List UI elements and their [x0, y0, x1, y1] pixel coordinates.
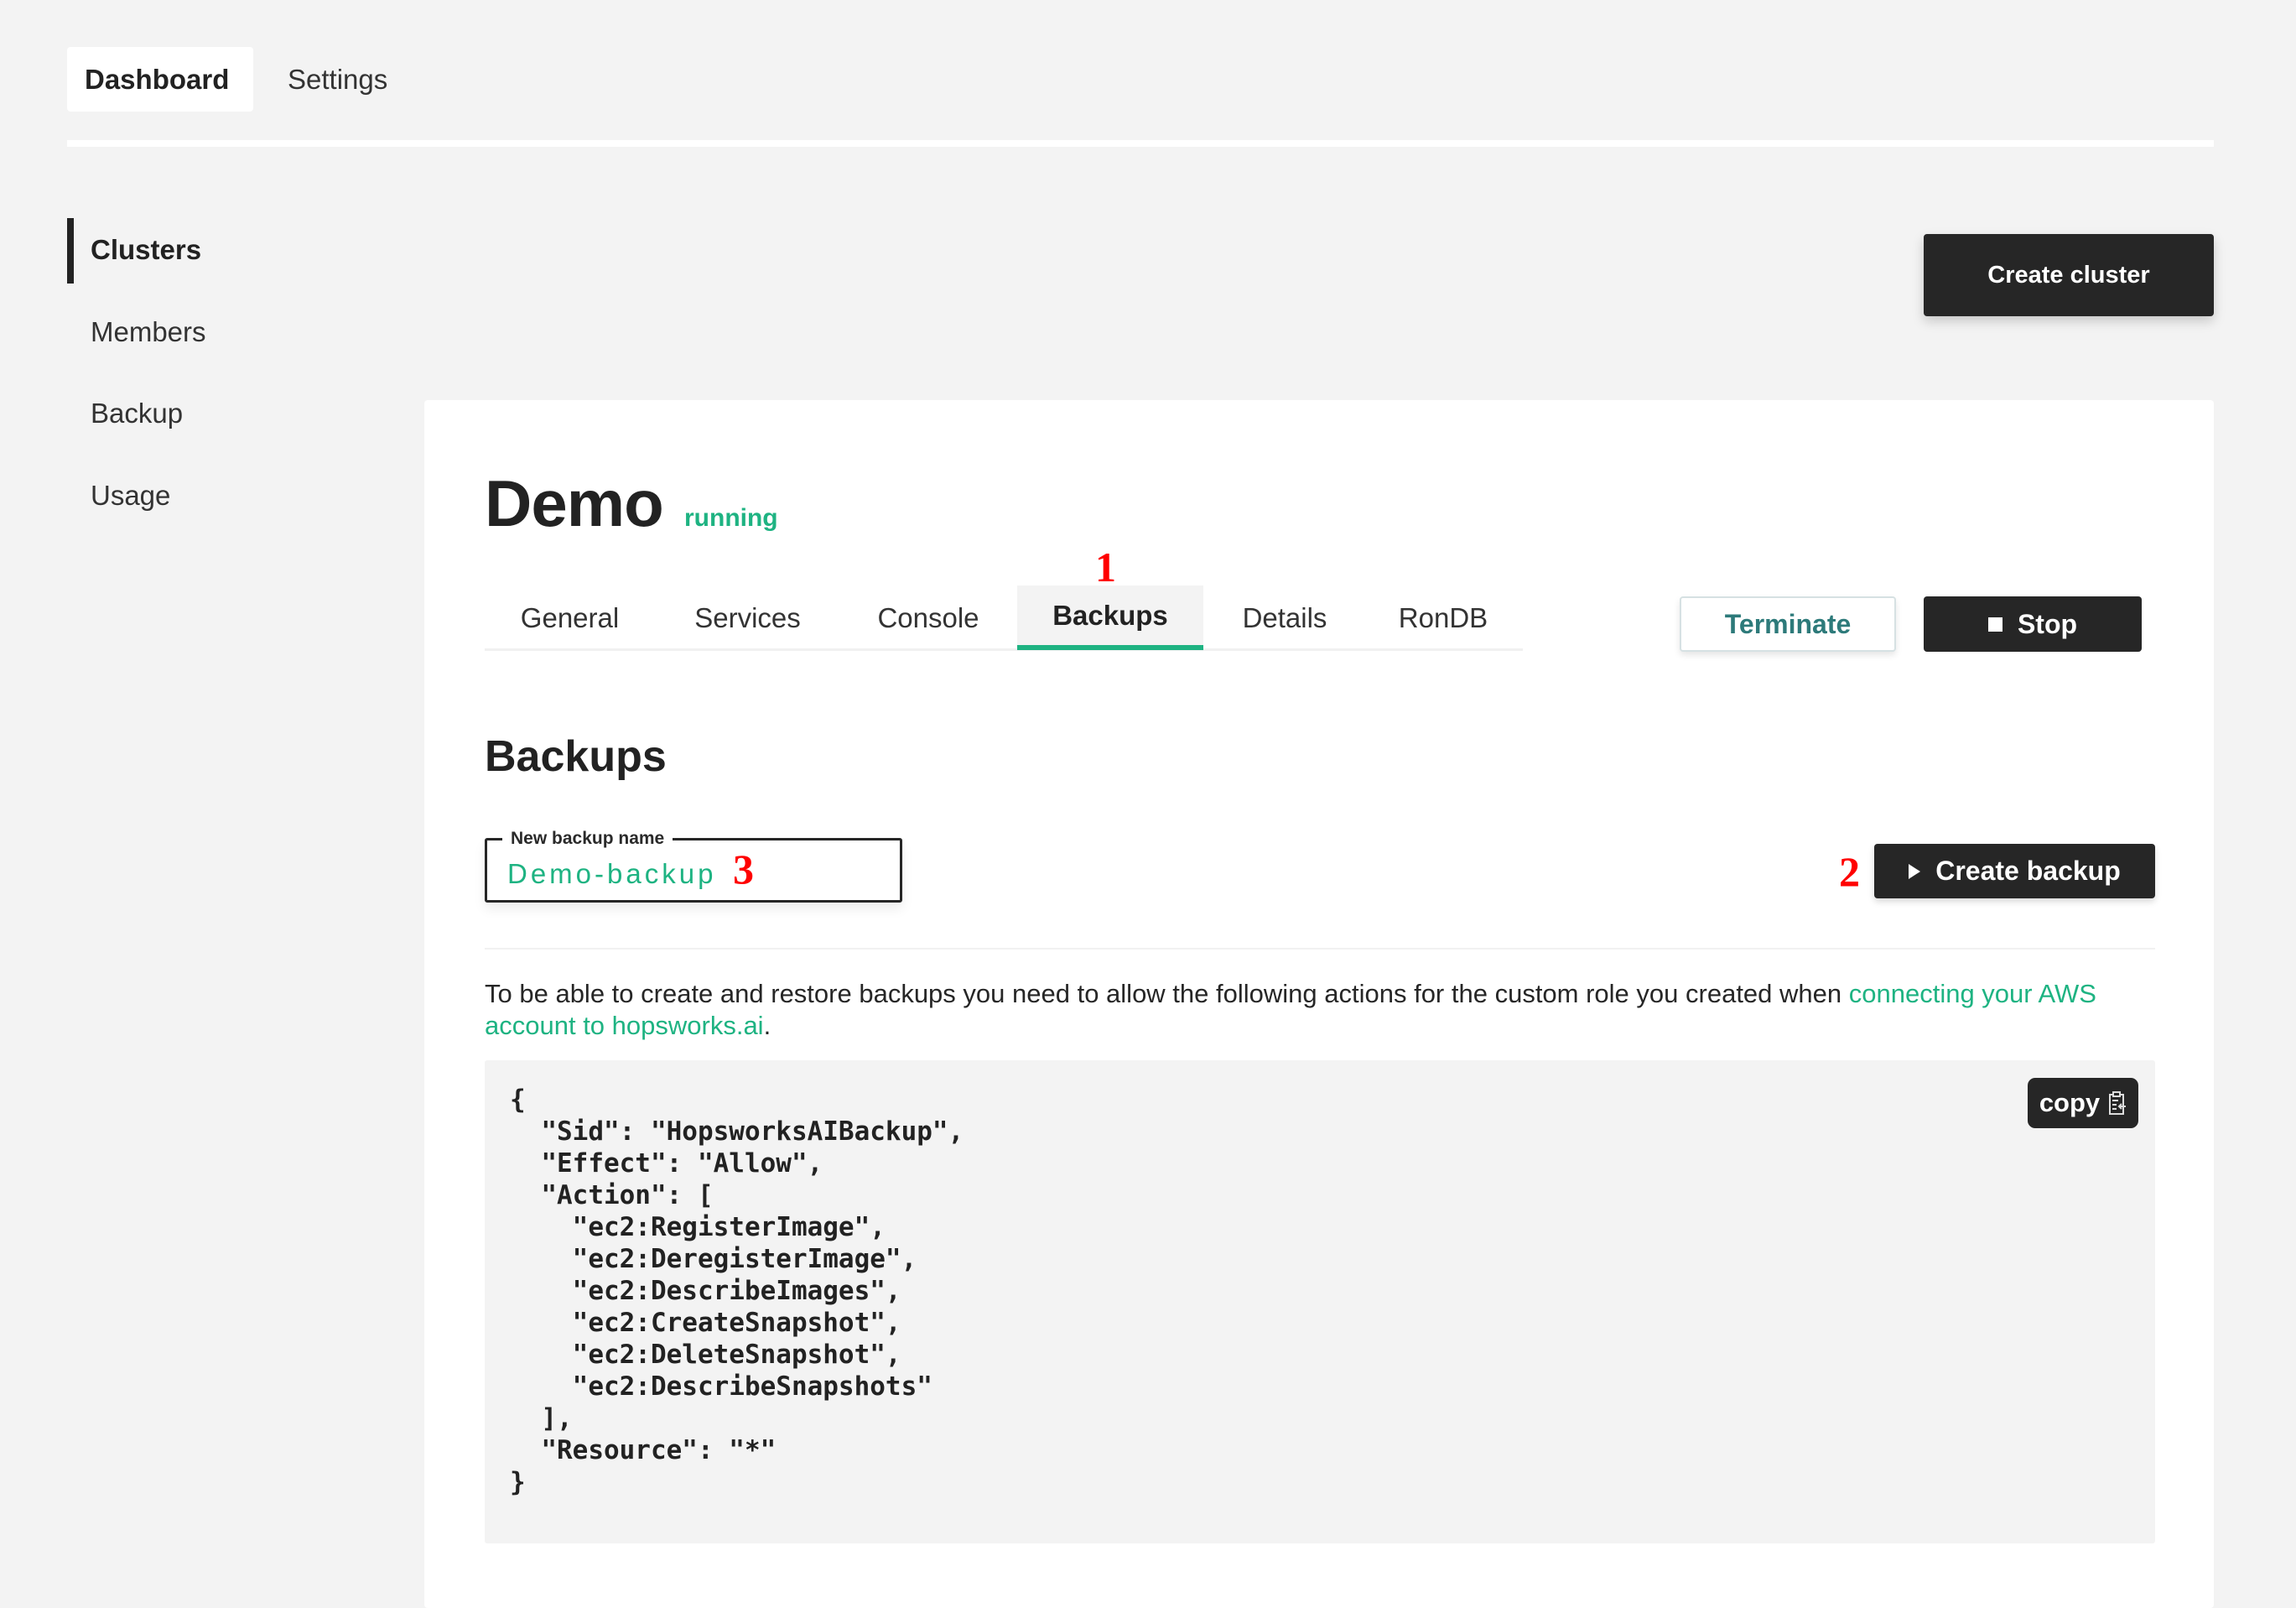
annotation-1: 1: [1095, 544, 1116, 591]
clipboard-icon: [2109, 1091, 2127, 1115]
description-end: .: [763, 1011, 771, 1040]
backup-name-field[interactable]: New backup name: [485, 829, 902, 903]
policy-code-block: { "Sid": "HopsworksAIBackup", "Effect": …: [485, 1060, 2155, 1543]
tab-details[interactable]: Details: [1213, 585, 1356, 650]
policy-code: { "Sid": "HopsworksAIBackup", "Effect": …: [510, 1085, 964, 1497]
create-backup-label: Create backup: [1935, 856, 2121, 886]
backup-permissions-description: To be able to create and restore backups…: [485, 978, 2158, 1042]
tab-console[interactable]: Console: [844, 585, 1013, 650]
cluster-name: Demo: [485, 466, 664, 540]
topnav-tab-settings[interactable]: Settings: [270, 47, 405, 112]
create-cluster-button[interactable]: Create cluster: [1924, 234, 2214, 316]
backup-name-label: New backup name: [502, 829, 673, 849]
create-cluster-label: Create cluster: [1987, 261, 2150, 289]
stop-square-icon: [1987, 617, 2003, 632]
sidebar-item-members[interactable]: Members: [91, 311, 206, 353]
backups-heading: Backups: [485, 732, 667, 781]
cluster-status-badge: running: [684, 504, 778, 532]
tab-general[interactable]: General: [485, 585, 655, 650]
play-triangle-icon: [1909, 863, 1921, 879]
topnav-tab-dashboard[interactable]: Dashboard: [67, 47, 253, 112]
sidebar-item-clusters[interactable]: Clusters: [91, 229, 201, 271]
backup-name-input[interactable]: [507, 857, 876, 891]
sidebar-item-backup[interactable]: Backup: [91, 393, 183, 435]
annotation-3: 3: [733, 846, 754, 892]
sidebar-active-indicator: [67, 218, 74, 284]
create-backup-button[interactable]: Create backup: [1874, 844, 2155, 898]
description-text: To be able to create and restore backups…: [485, 979, 1849, 1008]
tab-rondb[interactable]: RonDB: [1367, 585, 1519, 650]
copy-label: copy: [2039, 1088, 2101, 1117]
top-divider: [67, 140, 2214, 147]
section-divider: [485, 948, 2155, 950]
annotation-2: 2: [1839, 848, 1860, 895]
tab-backups[interactable]: Backups: [1017, 585, 1203, 650]
terminate-button[interactable]: Terminate: [1680, 596, 1896, 652]
stop-label: Stop: [2017, 608, 2078, 639]
sidebar-item-usage[interactable]: Usage: [91, 475, 170, 517]
copy-button[interactable]: copy: [2028, 1078, 2138, 1128]
tab-services[interactable]: Services: [667, 585, 829, 650]
stop-button[interactable]: Stop: [1924, 596, 2142, 652]
terminate-label: Terminate: [1724, 608, 1852, 639]
